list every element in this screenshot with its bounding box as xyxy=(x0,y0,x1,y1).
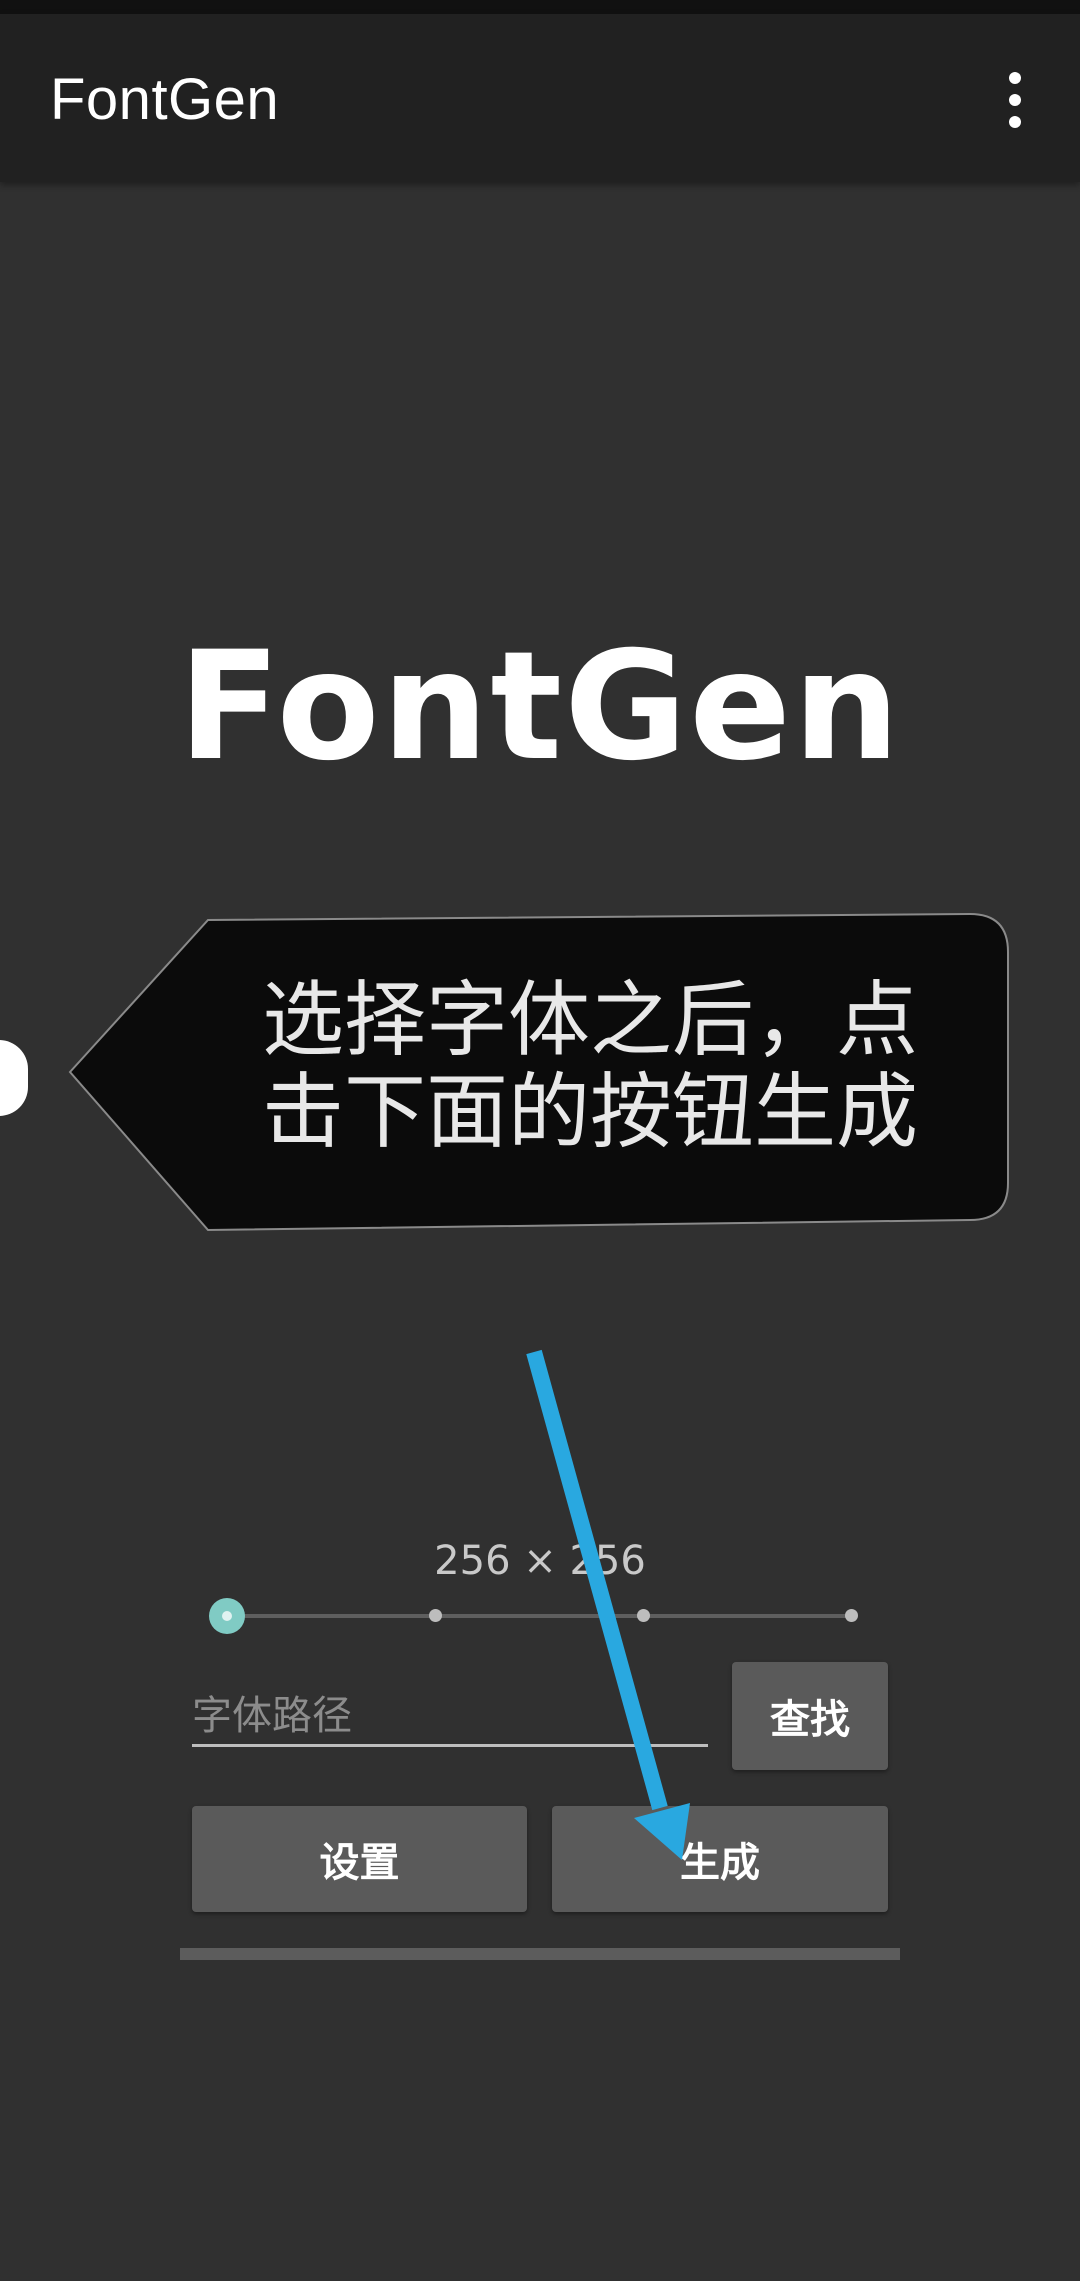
hero-title: FontGen xyxy=(178,620,902,794)
status-bar xyxy=(0,0,1080,14)
app-bar: FontGen xyxy=(0,14,1080,182)
progress-bar xyxy=(180,1948,900,1960)
size-label: 256 × 256 xyxy=(434,1538,646,1584)
find-button[interactable]: 查找 xyxy=(732,1662,888,1770)
slider-tick xyxy=(845,1609,858,1622)
tooltip-line-1: 选择字体之后，点 xyxy=(261,973,918,1068)
generate-button[interactable]: 生成 xyxy=(552,1806,888,1912)
size-slider-track[interactable] xyxy=(226,1614,852,1618)
more-vert-icon[interactable] xyxy=(990,72,1040,152)
app-bar-title: FontGen xyxy=(50,67,280,132)
size-slider-thumb[interactable] xyxy=(209,1598,245,1634)
settings-button[interactable]: 设置 xyxy=(192,1806,527,1912)
tooltip-line-2: 击下面的按钮生成 xyxy=(261,1065,918,1160)
tooltip-text: 选择字体之后，点 击下面的按钮生成 xyxy=(210,975,970,1159)
slider-tick xyxy=(637,1609,650,1622)
slider-tick xyxy=(429,1609,442,1622)
font-path-input[interactable] xyxy=(192,1688,708,1747)
